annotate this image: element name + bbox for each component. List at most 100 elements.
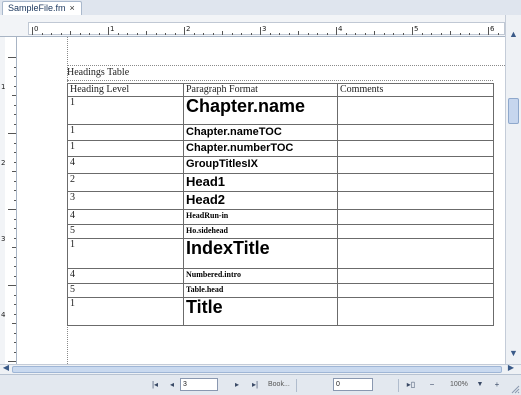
cell-comments[interactable] bbox=[337, 140, 494, 157]
horizontal-scroll-thumb[interactable] bbox=[12, 366, 502, 373]
vertical-scrollbar[interactable]: ▲ ▼ bbox=[505, 15, 521, 364]
scroll-left-icon[interactable]: ◀ bbox=[0, 363, 12, 373]
horizontal-scrollbar[interactable]: ◀ ▶ bbox=[0, 363, 521, 374]
scroll-right-icon[interactable]: ▶ bbox=[505, 363, 517, 373]
page-number-field[interactable]: 3 bbox=[180, 378, 218, 391]
scroll-down-icon[interactable]: ▼ bbox=[506, 346, 521, 360]
cell-level[interactable]: 3 bbox=[67, 191, 184, 210]
ruler-tick bbox=[14, 142, 16, 144]
first-page-icon[interactable]: |◂ bbox=[150, 379, 160, 391]
ruler-tick bbox=[8, 209, 16, 210]
cell-level[interactable]: 1 bbox=[67, 297, 184, 326]
zoom-dropdown-icon[interactable]: ▼ bbox=[476, 379, 484, 391]
last-page-icon[interactable]: ▸| bbox=[250, 379, 260, 391]
ruler-number: 1 bbox=[110, 25, 115, 33]
zoom-out-icon[interactable]: − bbox=[428, 379, 436, 391]
cell-level[interactable]: 5 bbox=[67, 283, 184, 298]
ruler-tick bbox=[307, 33, 309, 35]
book-button[interactable]: Book... bbox=[268, 379, 290, 391]
cell-comments[interactable] bbox=[337, 297, 494, 326]
ruler-tick bbox=[12, 95, 16, 96]
cell-comments[interactable] bbox=[337, 283, 494, 298]
cell-format[interactable]: IndexTitle bbox=[183, 238, 338, 269]
cell-format[interactable]: Ho.sidehead bbox=[183, 224, 338, 239]
cell-level[interactable]: 4 bbox=[67, 209, 184, 225]
cell-level[interactable]: 1 bbox=[67, 96, 184, 125]
cell-format[interactable]: Head1 bbox=[183, 173, 338, 192]
cell-level[interactable]: 1 bbox=[67, 140, 184, 157]
table-row: 1 Chapter.name bbox=[67, 96, 494, 125]
ruler-tick bbox=[478, 33, 480, 35]
ruler-tick bbox=[8, 133, 16, 134]
ruler-tick bbox=[317, 33, 318, 35]
ruler-tick bbox=[345, 33, 347, 35]
ruler-tick bbox=[51, 33, 52, 35]
scroll-up-icon[interactable]: ▲ bbox=[506, 27, 521, 41]
column-header-paragraph-format[interactable]: Paragraph Format bbox=[183, 83, 338, 97]
zoom-in-icon[interactable]: + bbox=[493, 379, 501, 391]
close-tab-icon[interactable]: × bbox=[70, 3, 75, 13]
cell-level[interactable]: 4 bbox=[67, 268, 184, 284]
next-page-icon[interactable]: ▸ bbox=[232, 379, 242, 391]
cell-comments[interactable] bbox=[337, 156, 494, 174]
status-separator bbox=[296, 379, 297, 392]
ruler-tick bbox=[14, 237, 16, 239]
ruler-tick bbox=[14, 123, 16, 125]
secondary-field[interactable]: 0 bbox=[333, 378, 373, 391]
headings-table[interactable]: Heading Level Paragraph Format Comments … bbox=[67, 83, 494, 326]
document-tab[interactable]: SampleFile.fm × bbox=[2, 1, 82, 15]
ruler-tick bbox=[14, 266, 16, 267]
ruler-tick bbox=[355, 33, 356, 35]
cell-level[interactable]: 5 bbox=[67, 224, 184, 239]
cell-comments[interactable] bbox=[337, 224, 494, 239]
toggle-view-icon[interactable]: ▸▯ bbox=[404, 379, 418, 391]
cell-format[interactable]: Table.head bbox=[183, 283, 338, 298]
cell-format[interactable]: HeadRun-in bbox=[183, 209, 338, 225]
ruler-tick bbox=[450, 31, 451, 35]
vertical-ruler[interactable]: 1 2 3 4 bbox=[0, 37, 17, 364]
cell-level[interactable]: 1 bbox=[67, 124, 184, 141]
ruler-tick bbox=[8, 361, 16, 362]
ruler-number: 3 bbox=[1, 235, 6, 243]
table-row: 4 Numbered.intro bbox=[67, 268, 494, 284]
table-row: 2 Head1 bbox=[67, 173, 494, 192]
cell-comments[interactable] bbox=[337, 124, 494, 141]
cell-format[interactable]: GroupTitlesIX bbox=[183, 156, 338, 174]
cell-format[interactable]: Title bbox=[183, 297, 338, 326]
column-header-heading-level[interactable]: Heading Level bbox=[67, 83, 184, 97]
cell-comments[interactable] bbox=[337, 238, 494, 269]
ruler-tick bbox=[260, 27, 261, 35]
cell-format[interactable]: Chapter.nameTOC bbox=[183, 124, 338, 141]
cell-level[interactable]: 2 bbox=[67, 173, 184, 192]
column-header-comments[interactable]: Comments bbox=[337, 83, 494, 97]
cell-comments[interactable] bbox=[337, 96, 494, 125]
horizontal-ruler[interactable]: 0 1 2 3 4 5 6 bbox=[0, 15, 505, 37]
ruler-tick bbox=[14, 218, 16, 220]
cell-format[interactable]: Head2 bbox=[183, 191, 338, 210]
ruler-tick bbox=[8, 285, 16, 286]
vertical-scroll-thumb[interactable] bbox=[508, 98, 519, 124]
ruler-tick bbox=[326, 33, 328, 35]
table-row: 1 Title bbox=[67, 297, 494, 326]
ruler-track bbox=[28, 22, 505, 35]
status-separator bbox=[398, 379, 399, 392]
table-title[interactable]: Headings Table bbox=[67, 67, 129, 78]
ruler-tick bbox=[469, 33, 470, 35]
ruler-tick bbox=[12, 247, 16, 248]
zoom-level[interactable]: 100% bbox=[450, 379, 468, 391]
cell-comments[interactable] bbox=[337, 209, 494, 225]
cell-comments[interactable] bbox=[337, 191, 494, 210]
cell-format[interactable]: Numbered.intro bbox=[183, 268, 338, 284]
cell-comments[interactable] bbox=[337, 268, 494, 284]
resize-grip-icon[interactable] bbox=[511, 385, 520, 394]
cell-level[interactable]: 4 bbox=[67, 156, 184, 174]
cell-format[interactable]: Chapter.name bbox=[183, 96, 338, 125]
ruler-tick bbox=[165, 33, 166, 35]
ruler-tick bbox=[127, 33, 128, 35]
cell-format[interactable]: Chapter.numberTOC bbox=[183, 140, 338, 157]
previous-page-icon[interactable]: ◂ bbox=[167, 379, 177, 391]
document-canvas[interactable]: Headings Table Heading Level Paragraph F… bbox=[17, 37, 505, 364]
cell-level[interactable]: 1 bbox=[67, 238, 184, 269]
cell-comments[interactable] bbox=[337, 173, 494, 192]
ruler-tick bbox=[117, 33, 119, 35]
